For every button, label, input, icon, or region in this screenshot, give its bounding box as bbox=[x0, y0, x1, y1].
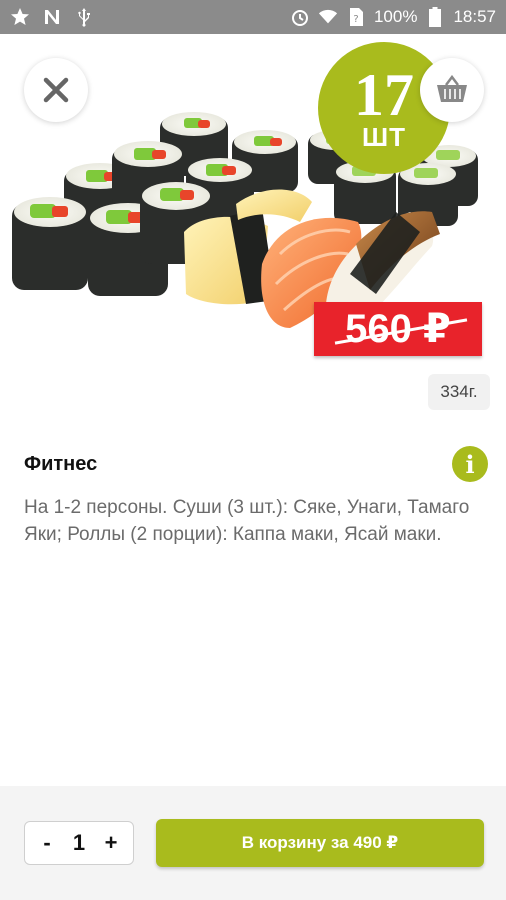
product-info: Фитнес i На 1-2 персоны. Суши (3 шт.): С… bbox=[24, 444, 488, 548]
battery-icon bbox=[425, 7, 445, 27]
close-icon bbox=[43, 77, 69, 103]
battery-percent: 100% bbox=[373, 7, 418, 26]
n-icon bbox=[42, 7, 62, 27]
increase-quantity-button[interactable]: + bbox=[99, 830, 123, 856]
add-to-cart-button[interactable]: В корзину за 490 ₽ bbox=[156, 819, 484, 867]
quantity-stepper: - 1 + bbox=[24, 821, 134, 865]
cart-action-bar: - 1 + В корзину за 490 ₽ bbox=[0, 786, 506, 900]
basket-button[interactable] bbox=[420, 58, 484, 122]
pieces-unit: ШТ bbox=[361, 122, 406, 152]
info-icon[interactable]: i bbox=[452, 446, 488, 482]
product-title-row: Фитнес i bbox=[24, 444, 488, 484]
usb-icon bbox=[74, 7, 94, 27]
wifi-icon bbox=[318, 7, 338, 27]
sim-icon: ? bbox=[346, 7, 366, 27]
decrease-quantity-button[interactable]: - bbox=[35, 830, 59, 856]
status-bar: ? 100% 18:57 bbox=[0, 0, 506, 34]
pieces-count: 17 bbox=[354, 62, 414, 128]
product-description: На 1-2 персоны. Суши (3 шт.): Сяке, Унаг… bbox=[24, 497, 470, 545]
old-price-tag: 560 ₽ bbox=[314, 302, 482, 356]
alarm-icon bbox=[290, 7, 310, 27]
quantity-value: 1 bbox=[72, 830, 86, 855]
weight-badge: 334г. bbox=[428, 374, 490, 410]
product-image-area: 17 ШТ 560 ₽ 334г. bbox=[0, 34, 506, 414]
basket-icon bbox=[437, 75, 467, 102]
star-icon bbox=[10, 7, 30, 27]
clock-time: 18:57 bbox=[453, 7, 496, 26]
svg-text:?: ? bbox=[353, 14, 358, 25]
old-price: 560 ₽ bbox=[345, 307, 451, 351]
product-name: Фитнес bbox=[24, 452, 98, 475]
